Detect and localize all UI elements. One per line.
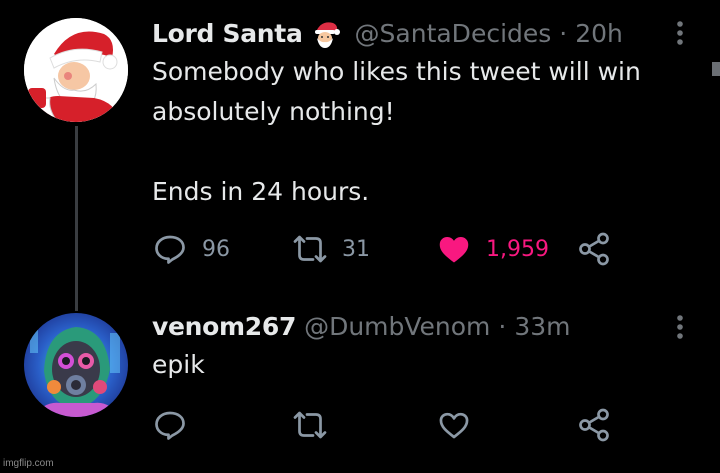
share-icon	[579, 408, 609, 442]
share-button[interactable]	[576, 229, 612, 269]
more-options-icon[interactable]	[676, 314, 684, 340]
header-separator: ·	[498, 311, 507, 341]
scrollbar-thumb[interactable]	[712, 62, 720, 76]
user-handle[interactable]: @DumbVenom	[304, 312, 490, 341]
header-separator: ·	[559, 18, 568, 48]
reply-button[interactable]: 96	[152, 229, 230, 269]
tweet-header: Lord Santa @SantaDecides · 20h	[152, 16, 623, 50]
share-icon	[579, 232, 609, 266]
santa-emoji-icon	[314, 22, 340, 48]
imgflip-watermark: imgflip.com	[3, 458, 54, 469]
share-button[interactable]	[576, 405, 612, 445]
retweet-count: 31	[342, 236, 370, 262]
retweet-icon	[293, 411, 327, 439]
reply-count: 96	[202, 236, 230, 262]
heart-filled-icon	[439, 237, 469, 263]
tweet-timestamp[interactable]: 33m	[514, 312, 570, 341]
more-options-icon[interactable]	[676, 20, 684, 46]
santa-avatar-image	[24, 18, 128, 122]
retweet-button[interactable]: 31	[292, 229, 370, 269]
retweet-icon	[293, 235, 327, 263]
reply-button[interactable]	[152, 405, 188, 445]
tweet-venom[interactable]: venom267 @DumbVenom · 33m epik	[0, 300, 720, 473]
like-button[interactable]	[436, 405, 472, 445]
display-name[interactable]: venom267	[152, 312, 296, 341]
tweet-text: epik	[152, 350, 205, 379]
gasmask-avatar-image	[24, 313, 128, 417]
like-count: 1,959	[486, 236, 549, 262]
thread-connector-line	[75, 126, 78, 311]
display-name[interactable]: Lord Santa	[152, 19, 303, 48]
user-handle[interactable]: @SantaDecides	[355, 19, 552, 48]
tweet-timestamp[interactable]: 20h	[575, 19, 623, 48]
tweet-header: venom267 @DumbVenom · 33m	[152, 309, 571, 343]
like-button[interactable]: 1,959	[436, 229, 549, 269]
heart-outline-icon	[439, 412, 469, 439]
tweet-text: Somebody who likes this tweet will win a…	[152, 57, 641, 206]
reply-icon	[155, 411, 185, 440]
tweet-santa[interactable]: Lord Santa @SantaDecides · 20h Somebody …	[0, 0, 720, 311]
retweet-button[interactable]	[292, 405, 328, 445]
reply-icon	[155, 235, 185, 264]
santa-avatar[interactable]	[24, 18, 128, 122]
venom-avatar[interactable]	[24, 313, 128, 417]
